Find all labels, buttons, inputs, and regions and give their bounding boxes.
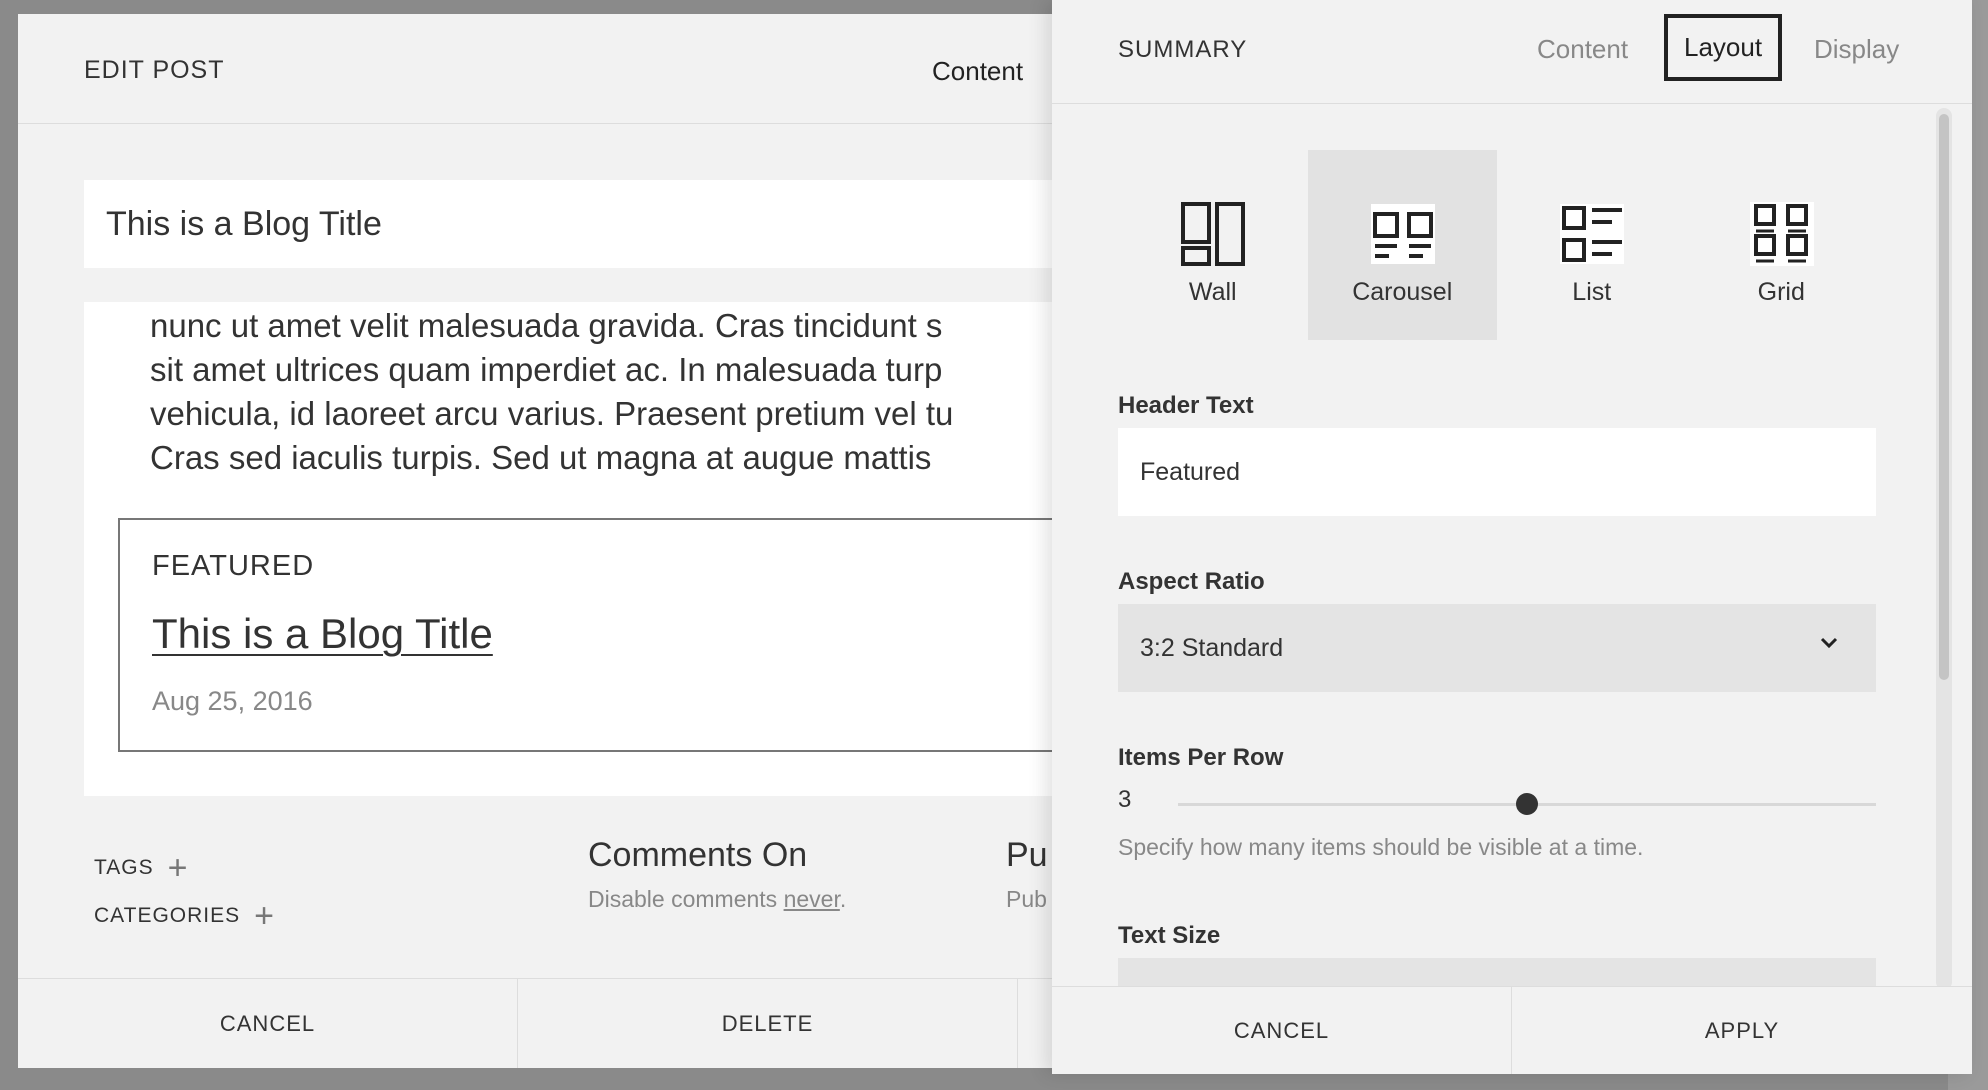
summary-footer: CANCEL APPLY (1052, 986, 1972, 1074)
body-line: nunc ut amet velit malesuada gravida. Cr… (150, 307, 943, 344)
slider-handle[interactable] (1516, 793, 1538, 815)
edit-post-dialog: EDIT POST Content nunc ut amet velit mal… (18, 14, 1108, 1068)
delete-button[interactable]: DELETE (518, 979, 1018, 1068)
chevron-down-icon (1820, 637, 1838, 649)
summary-block-header: FEATURED (152, 550, 315, 582)
post-body-editor[interactable]: nunc ut amet velit malesuada gravida. Cr… (84, 302, 1108, 796)
body-line: sit amet ultrices quam imperdiet ac. In … (150, 351, 943, 388)
body-line: vehicula, id laoreet arcu varius. Praese… (150, 395, 954, 432)
post-title-input[interactable] (84, 180, 1108, 268)
layout-option-label: Grid (1757, 278, 1805, 306)
aspect-ratio-label: Aspect Ratio (1118, 568, 1265, 595)
tab-content[interactable]: Content (1537, 34, 1628, 65)
publish-title[interactable]: Pu (1006, 836, 1048, 875)
comments-subtext-prefix: Disable comments (588, 886, 784, 912)
header-text-label: Header Text (1118, 392, 1254, 419)
edit-post-body: nunc ut amet velit malesuada gravida. Cr… (18, 124, 1108, 994)
add-tag-plus-icon[interactable]: + (168, 849, 189, 887)
list-layout-icon (1560, 204, 1624, 264)
summary-block-date: Aug 25, 2016 (152, 686, 313, 716)
layout-option-label: List (1572, 278, 1612, 306)
text-size-select[interactable] (1118, 958, 1876, 988)
summary-header: SUMMARY Content Layout Display (1052, 0, 1972, 104)
scrollbar-thumb[interactable] (1939, 114, 1949, 680)
cancel-button[interactable]: CANCEL (18, 979, 518, 1068)
summary-panel: SUMMARY Content Layout Display Wall Caro… (1052, 0, 1972, 1074)
summary-block[interactable]: FEATURED This is a Blog Title Aug 25, 20… (118, 518, 1108, 752)
comments-subtext-suffix: . (839, 886, 847, 912)
items-per-row-help: Specify how many items should be visible… (1118, 834, 1644, 860)
grid-layout-icon (1749, 202, 1814, 266)
body-line: Cras sed iaculis turpis. Sed ut magna at… (150, 439, 932, 476)
summary-block-post-link[interactable]: This is a Blog Title (152, 610, 493, 658)
layout-option-label: Carousel (1352, 278, 1453, 306)
tab-display[interactable]: Display (1814, 34, 1899, 65)
tags-row: TAGS + (94, 849, 188, 888)
aspect-ratio-select[interactable]: 3:2 Standard (1118, 604, 1876, 692)
categories-label: CATEGORIES (94, 904, 241, 928)
scrollbar[interactable] (1936, 108, 1952, 990)
items-per-row-value: 3 (1118, 786, 1132, 813)
layout-option-list[interactable]: List (1497, 150, 1687, 340)
post-body-text: nunc ut amet velit malesuada gravida. Cr… (150, 304, 1108, 480)
tab-content[interactable]: Content (932, 56, 1023, 87)
add-category-plus-icon[interactable]: + (254, 897, 275, 935)
layout-option-wall[interactable]: Wall (1118, 150, 1308, 340)
edit-post-header: EDIT POST Content (18, 14, 1108, 124)
items-per-row-label: Items Per Row (1118, 744, 1284, 771)
carousel-layout-icon (1370, 204, 1435, 264)
header-text-input[interactable] (1118, 428, 1876, 516)
comments-title[interactable]: Comments On (588, 836, 807, 875)
tags-label: TAGS (94, 856, 154, 880)
text-size-label: Text Size (1118, 922, 1221, 949)
items-per-row-slider[interactable] (1178, 793, 1876, 815)
edit-post-footer: CANCEL DELETE (18, 978, 1108, 1068)
edit-post-title: EDIT POST (84, 56, 225, 84)
wall-layout-icon (1181, 202, 1245, 266)
layout-option-carousel[interactable]: Carousel (1307, 150, 1497, 340)
comments-subtext: Disable comments never. (588, 886, 846, 913)
tab-layout[interactable]: Layout (1664, 14, 1783, 81)
summary-title: SUMMARY (1118, 36, 1248, 63)
categories-row: CATEGORIES + (94, 897, 275, 936)
cancel-button[interactable]: CANCEL (1052, 987, 1512, 1074)
layout-option-label: Wall (1188, 278, 1237, 306)
aspect-ratio-value: 3:2 Standard (1140, 633, 1284, 662)
apply-button[interactable]: APPLY (1512, 987, 1972, 1074)
layout-option-grid[interactable]: Grid (1687, 150, 1877, 340)
publish-subtext: Pub (1006, 886, 1047, 912)
comments-never-link[interactable]: never (784, 886, 840, 912)
layout-options: Wall Carousel List Grid (1118, 150, 1876, 340)
